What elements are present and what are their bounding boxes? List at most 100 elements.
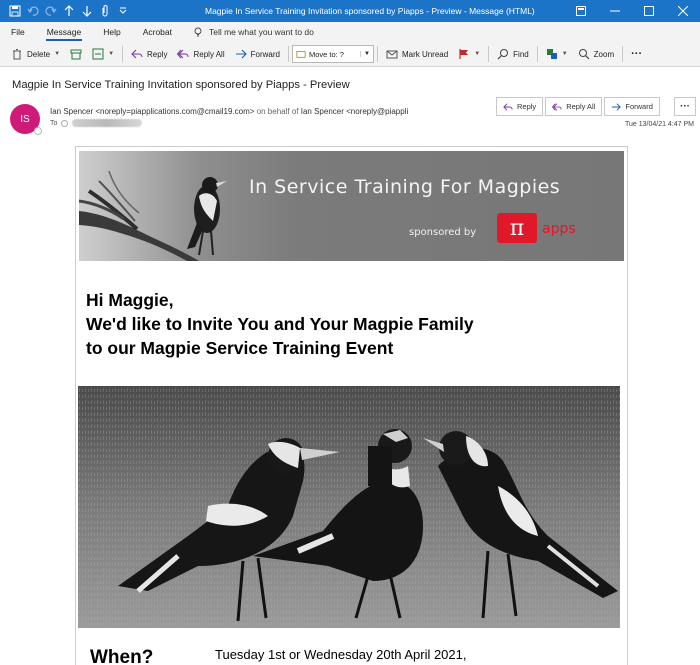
sponsored-by-text: sponsored by [409, 227, 477, 238]
ribbon-display-icon[interactable] [564, 0, 598, 22]
search-icon [497, 49, 509, 60]
find-button[interactable]: Find [492, 44, 534, 64]
magpie-on-branch-image [79, 170, 227, 261]
tell-me-box[interactable]: Tell me what you want to do [193, 27, 314, 37]
forward-button[interactable]: Forward [230, 44, 285, 64]
lightbulb-icon [194, 27, 202, 37]
banner-title: In Service Training For Magpies [249, 176, 561, 198]
mark-unread-button[interactable]: Mark Unread [381, 44, 453, 64]
archive-button[interactable] [65, 44, 87, 64]
ribbon-more-button[interactable]: ··· [626, 44, 647, 64]
zoom-label: Zoom [593, 49, 615, 59]
undo-icon[interactable] [24, 0, 42, 22]
down-arrow-icon[interactable] [78, 0, 96, 22]
archive-icon [70, 49, 82, 60]
move-to-dropdown[interactable]: Move to: ? ▼ [291, 45, 374, 63]
flag-icon [459, 49, 469, 59]
reply-all-icon [177, 49, 189, 59]
envelope-icon [386, 50, 398, 59]
tell-me-text: Tell me what you want to do [208, 27, 314, 37]
sender-name[interactable]: Ian Spencer <noreply=piapplications.com@… [50, 107, 254, 116]
reply-all-button[interactable]: Reply All [172, 44, 229, 64]
reply-all-label: Reply All [566, 102, 596, 111]
header-forward-button[interactable]: Forward [604, 97, 660, 116]
follow-up-button[interactable]: ▼ [453, 44, 485, 64]
ribbon-separator [536, 46, 538, 62]
recipient-avatar-icon [61, 119, 69, 127]
more-icon: ··· [631, 48, 643, 60]
ribbon-separator [287, 46, 289, 62]
menu-message[interactable]: Message [36, 22, 93, 42]
ribbon: Delete ▼ ▼ Reply Reply All Forward Move … [0, 42, 700, 67]
sender-behalf[interactable]: Ian Spencer <noreply@piappli [301, 107, 409, 116]
email-banner: In Service Training For Magpies sponsore… [79, 151, 624, 261]
move-to-label: Move to: ? [308, 49, 344, 59]
window-title: Magpie In Service Training Invitation sp… [205, 6, 535, 16]
recipient-line: To [50, 119, 143, 127]
translate-icon [546, 49, 557, 59]
customize-dropdown-icon[interactable] [114, 0, 132, 22]
window-controls [564, 0, 700, 22]
apps-logo-text: apps [542, 221, 576, 237]
title-bar: Magpie In Service Training Invitation sp… [0, 0, 700, 22]
find-label: Find [513, 49, 529, 59]
greeting-line: We'd like to Invite You and Your Magpie … [86, 314, 474, 334]
magpies-image [78, 386, 620, 628]
message-actions: Reply Reply All Forward [496, 97, 662, 116]
menu-bar: File Message Help Acrobat Tell me what y… [0, 22, 700, 42]
chevron-down-icon: ▼ [360, 51, 370, 57]
ribbon-separator [488, 46, 490, 62]
message-subject: Magpie In Service Training Invitation sp… [12, 79, 350, 91]
greeting-line: to our Magpie Service Training Event [86, 338, 394, 358]
translate-button[interactable]: ▼ [541, 44, 573, 64]
menu-help[interactable]: Help [92, 22, 131, 42]
delete-icon [13, 49, 21, 60]
minimize-icon[interactable] [598, 0, 632, 22]
recipient-redacted[interactable] [72, 119, 143, 127]
ribbon-separator [376, 46, 378, 62]
close-icon[interactable] [666, 0, 700, 22]
chevron-down-icon: ▼ [108, 51, 115, 57]
mark-unread-label: Mark Unread [401, 49, 449, 59]
reply-button[interactable]: Reply [126, 44, 172, 64]
more-icon: ··· [680, 101, 690, 112]
chevron-down-icon: ▼ [474, 51, 481, 57]
header-more-button[interactable]: ··· [674, 97, 696, 116]
delete-label: Delete [27, 49, 51, 59]
menu-file[interactable]: File [0, 22, 36, 42]
delete-button[interactable]: Delete ▼ [6, 44, 65, 64]
avatar-initials: IS [20, 113, 30, 125]
piapps-logo: π [497, 213, 537, 243]
up-arrow-icon[interactable] [60, 0, 78, 22]
forward-label: Forward [250, 49, 280, 59]
chevron-down-icon: ▼ [54, 51, 61, 57]
chevron-down-icon: ▼ [561, 51, 568, 57]
email-greeting: Hi Maggie, We'd like to Invite You and Y… [86, 288, 474, 360]
folder-icon [296, 51, 306, 58]
forward-label: Forward [625, 102, 653, 111]
ribbon-separator [622, 46, 624, 62]
email-body: In Service Training For Magpies sponsore… [75, 146, 628, 665]
save-icon[interactable] [6, 0, 24, 22]
maximize-icon[interactable] [632, 0, 666, 22]
when-label: When? [90, 647, 154, 665]
header-reply-all-button[interactable]: Reply All [545, 97, 603, 116]
when-value: Tuesday 1st or Wednesday 20th April 2021… [215, 647, 467, 662]
reply-icon [503, 102, 513, 111]
header-reply-button[interactable]: Reply [496, 97, 544, 116]
reply-label: Reply [147, 49, 168, 59]
sender-line: Ian Spencer <noreply=piapplications.com@… [50, 107, 482, 116]
on-behalf-text: on behalf of [256, 107, 299, 116]
attachment-icon[interactable] [96, 0, 114, 22]
to-label: To [50, 119, 58, 127]
redo-icon[interactable] [42, 0, 60, 22]
zoom-icon [578, 49, 590, 60]
forward-icon [612, 102, 622, 111]
reply-all-icon [552, 102, 562, 111]
rules-icon [92, 48, 104, 60]
reply-label: Reply [517, 102, 537, 111]
zoom-button[interactable]: Zoom [573, 44, 619, 64]
pi-symbol: π [509, 215, 525, 241]
menu-acrobat[interactable]: Acrobat [132, 22, 183, 42]
move-rules-button[interactable]: ▼ [87, 44, 119, 64]
